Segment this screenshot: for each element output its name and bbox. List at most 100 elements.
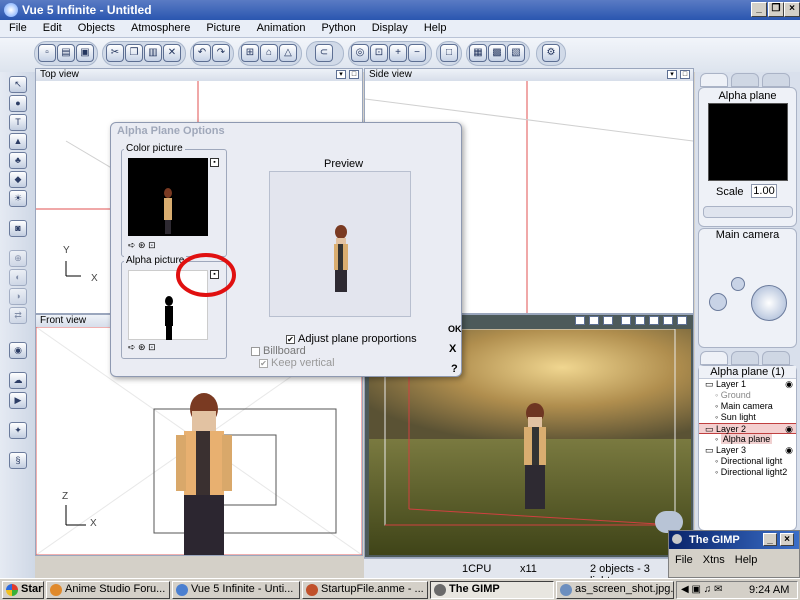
browser-tab-materials[interactable] bbox=[731, 351, 759, 365]
menu-picture[interactable]: Picture bbox=[197, 20, 247, 34]
taskbar-item[interactable]: Vue 5 Infinite - Unti... bbox=[172, 581, 300, 599]
render-icon[interactable]: ▦ bbox=[469, 44, 487, 62]
keep-vertical-option[interactable]: ✔ Keep vertical bbox=[259, 357, 335, 369]
visibility-eye-icon[interactable]: ◉ bbox=[785, 379, 793, 390]
view-menu-icon[interactable]: ▾ bbox=[336, 70, 346, 79]
render-display-icon[interactable]: ▧ bbox=[507, 44, 525, 62]
taskbar-item[interactable]: StartupFile.anme - ... bbox=[302, 581, 428, 599]
browser-tab-links[interactable] bbox=[762, 351, 790, 365]
menu-animation[interactable]: Animation bbox=[248, 20, 313, 34]
view-maximize-icon[interactable]: □ bbox=[349, 70, 359, 79]
gimp-menu-file[interactable]: File bbox=[675, 554, 693, 566]
minimize-button[interactable]: _ bbox=[751, 2, 767, 17]
camera-pan-icon[interactable] bbox=[709, 293, 727, 311]
select-tool-icon[interactable]: ↖ bbox=[9, 76, 27, 93]
layer-item-row[interactable]: ◦ Main camera bbox=[699, 401, 796, 412]
open-icon[interactable]: ▤ bbox=[57, 44, 75, 62]
sphere-tool-icon[interactable]: ● bbox=[9, 95, 27, 112]
frame-icon[interactable]: □ bbox=[440, 44, 458, 62]
layer-row[interactable]: ▭ Layer 2 ◉ bbox=[699, 423, 796, 434]
paste-icon[interactable]: ▥ bbox=[144, 44, 162, 62]
group-icon[interactable]: ⊞ bbox=[241, 44, 259, 62]
start-button[interactable]: Start bbox=[2, 581, 44, 599]
boolean-tool-icon[interactable]: ⊕ bbox=[9, 250, 27, 267]
symmetry-tool-icon[interactable]: ⇄ bbox=[9, 307, 27, 324]
terrain-tool-icon[interactable]: ▲ bbox=[9, 133, 27, 150]
save-icon[interactable]: ▣ bbox=[76, 44, 94, 62]
menu-atmosphere[interactable]: Atmosphere bbox=[122, 20, 197, 34]
view-maximize-icon[interactable]: □ bbox=[680, 70, 690, 79]
plant-tool-icon[interactable]: ♣ bbox=[9, 152, 27, 169]
copy-icon[interactable]: ❐ bbox=[125, 44, 143, 62]
taskbar-item[interactable]: as_screen_shot.jpg... bbox=[556, 581, 674, 599]
new-icon[interactable]: ▫ bbox=[38, 44, 56, 62]
hypertexture-tool-icon[interactable]: ◑ bbox=[9, 288, 27, 305]
python-tool-icon[interactable]: § bbox=[9, 452, 27, 469]
light-tool-icon[interactable]: ☀ bbox=[9, 190, 27, 207]
cut-icon[interactable]: ✂ bbox=[106, 44, 124, 62]
adjust-proportions-checkbox[interactable]: ✔ bbox=[286, 334, 295, 344]
redo-icon[interactable]: ↷ bbox=[212, 44, 230, 62]
view-menu-icon[interactable]: ▾ bbox=[667, 70, 677, 79]
rock-tool-icon[interactable]: ◆ bbox=[9, 171, 27, 188]
animation-tool-icon[interactable]: ▶ bbox=[9, 392, 27, 409]
layer-row[interactable]: ▭ Layer 3 ◉ bbox=[699, 445, 796, 456]
layer-item-row[interactable]: ◦ Alpha plane bbox=[699, 434, 796, 445]
menu-edit[interactable]: Edit bbox=[34, 20, 69, 34]
camera-joystick-icon[interactable] bbox=[751, 285, 787, 321]
gimp-menu-xtns[interactable]: Xtns bbox=[703, 554, 725, 566]
zoom-window-icon[interactable]: ⊡ bbox=[370, 44, 388, 62]
metablob-tool-icon[interactable]: ◐ bbox=[9, 269, 27, 286]
taskbar-item[interactable]: The GIMP bbox=[430, 581, 554, 599]
browser-tab-objects[interactable] bbox=[700, 351, 728, 365]
camera-tool-icon[interactable]: ◙ bbox=[9, 220, 27, 237]
menu-help[interactable]: Help bbox=[415, 20, 454, 34]
scale-field[interactable]: 1.00 bbox=[751, 184, 777, 198]
options-icon[interactable]: ⚙ bbox=[542, 44, 560, 62]
zoom-in-icon[interactable]: + bbox=[389, 44, 407, 62]
object-tab-animation[interactable] bbox=[762, 73, 790, 87]
object-tab-aspect[interactable] bbox=[700, 73, 728, 87]
camera-zoom-icon[interactable] bbox=[731, 277, 745, 291]
zoom-fit-icon[interactable]: ◎ bbox=[351, 44, 369, 62]
taskbar-item[interactable]: Anime Studio Foru... bbox=[46, 581, 170, 599]
render-area-icon[interactable]: ▩ bbox=[488, 44, 506, 62]
gimp-minimize-button[interactable]: _ bbox=[763, 533, 777, 546]
adjust-proportions-option[interactable]: ✔ Adjust plane proportions bbox=[286, 333, 417, 345]
material-tool-icon[interactable]: ◉ bbox=[9, 342, 27, 359]
render-tool-icon[interactable]: ✦ bbox=[9, 422, 27, 439]
layer-item-row[interactable]: ◦ Directional light bbox=[699, 456, 796, 467]
undo-icon[interactable]: ↶ bbox=[193, 44, 211, 62]
billboard-checkbox[interactable] bbox=[251, 346, 260, 356]
layer-row[interactable]: ▭ Layer 1 ◉ bbox=[699, 379, 796, 390]
layer-item-row[interactable]: ◦ Ground bbox=[699, 390, 796, 401]
gimp-close-button[interactable]: × bbox=[780, 533, 794, 546]
layer-item-row[interactable]: ◦ Directional light2 bbox=[699, 467, 796, 478]
billboard-option[interactable]: Billboard bbox=[251, 345, 306, 357]
maximize-button[interactable]: ❐ bbox=[768, 2, 784, 17]
transform-icon[interactable]: ⌂ bbox=[260, 44, 278, 62]
tray-icons[interactable]: ◀ ▣ ♫ ✉ bbox=[681, 584, 722, 595]
zoom-out-icon[interactable]: − bbox=[408, 44, 426, 62]
object-mapping-controls[interactable] bbox=[703, 206, 793, 218]
align-icon[interactable]: △ bbox=[279, 44, 297, 62]
object-tab-numerics[interactable] bbox=[731, 73, 759, 87]
color-picture-load-icons[interactable]: ➪ ⊛ ⊡ bbox=[128, 240, 156, 251]
delete-icon[interactable]: ✕ bbox=[163, 44, 181, 62]
visibility-eye-icon[interactable]: ◉ bbox=[785, 445, 793, 456]
menu-file[interactable]: File bbox=[0, 20, 34, 34]
atmosphere-tool-icon[interactable]: ☁ bbox=[9, 372, 27, 389]
menu-python[interactable]: Python bbox=[312, 20, 362, 34]
layer-item-row[interactable]: ◦ Sun light bbox=[699, 412, 796, 423]
dialog-help-button[interactable]: ? bbox=[451, 363, 458, 375]
menu-objects[interactable]: Objects bbox=[69, 20, 122, 34]
menu-display[interactable]: Display bbox=[363, 20, 415, 34]
color-picture-expand-icon[interactable]: ▪ bbox=[210, 158, 219, 167]
close-button[interactable]: × bbox=[784, 2, 800, 17]
link-icon[interactable]: ⊂ bbox=[315, 44, 333, 62]
text-tool-icon[interactable]: T bbox=[9, 114, 27, 131]
ok-button[interactable]: OK bbox=[448, 324, 462, 334]
alpha-picture-load-icons[interactable]: ➪ ⊛ ⊡ bbox=[128, 342, 156, 353]
color-picture-thumbnail[interactable] bbox=[128, 158, 208, 236]
keep-vertical-checkbox[interactable]: ✔ bbox=[259, 358, 268, 368]
